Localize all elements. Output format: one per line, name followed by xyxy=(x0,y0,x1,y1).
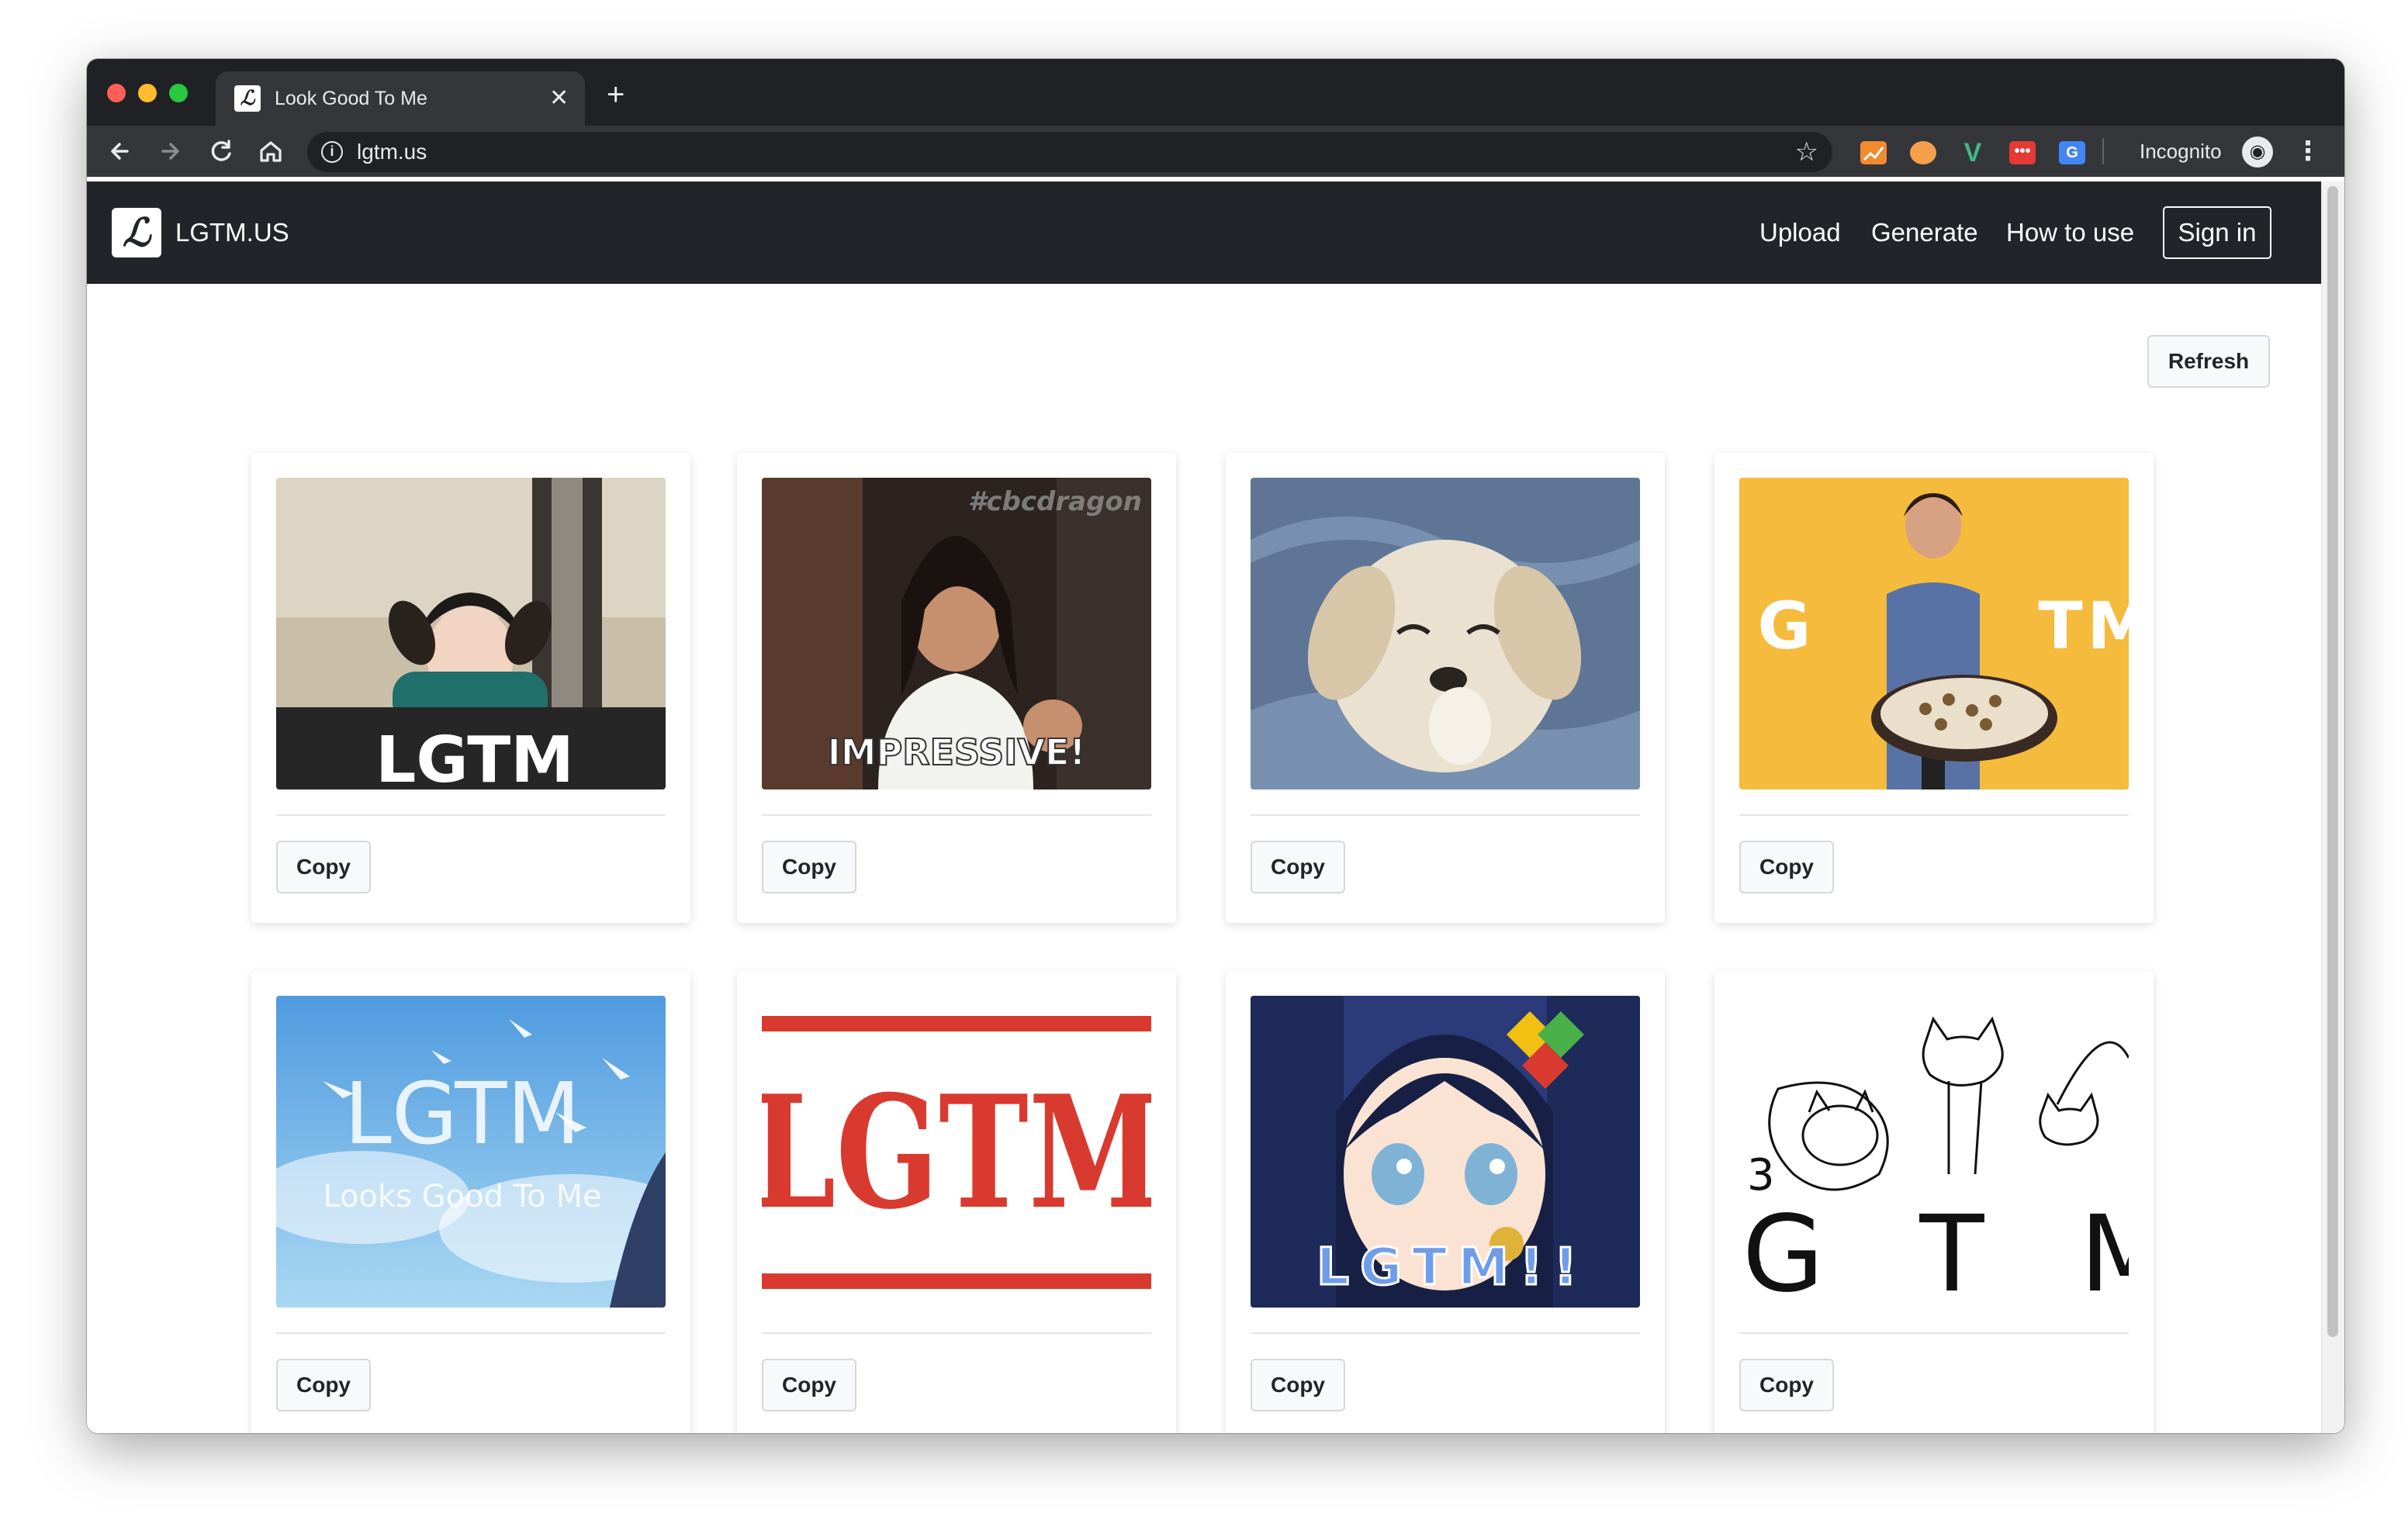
reload-icon[interactable] xyxy=(205,135,237,168)
svg-text:T: T xyxy=(2038,588,2082,664)
image-card: LGTM Looks Good To Me Copy xyxy=(251,971,690,1433)
toolbar-divider xyxy=(2102,138,2104,164)
svg-text:M: M xyxy=(2087,588,2129,664)
nav-link-upload[interactable]: Upload xyxy=(1759,216,1841,250)
sign-in-button[interactable]: Sign in xyxy=(2163,206,2271,259)
kebab-menu-icon[interactable]: ⋮ xyxy=(2295,135,2321,168)
lgtm-image-2[interactable]: #cbcdragon IMPRESSIVE! xyxy=(762,478,1151,789)
image-card: LGTM Copy xyxy=(737,971,1176,1433)
copy-button[interactable]: Copy xyxy=(762,841,856,893)
copy-button[interactable]: Copy xyxy=(276,841,371,893)
browser-toolbar: i lgtm.us ☆ V ••• G Incognito ◉ ⋮ xyxy=(87,126,2344,177)
card-divider xyxy=(276,814,666,816)
lgtm-7-overlay: LGTM!! xyxy=(1316,1237,1588,1297)
image-card: Copy xyxy=(1226,453,1665,923)
lgtm-image-4[interactable]: G T M xyxy=(1739,478,2129,789)
impressive-overlay: IMPRESSIVE! xyxy=(828,731,1086,773)
image-card: G T M Copy xyxy=(1714,453,2154,923)
lgtm-image-3[interactable] xyxy=(1251,478,1640,789)
minimize-window-button[interactable] xyxy=(138,84,157,102)
lgtm-8-overlay: G T M xyxy=(1742,1194,2129,1308)
copy-button[interactable]: Copy xyxy=(1251,841,1345,893)
lgtm-image-7[interactable]: LGTM!! xyxy=(1251,996,1640,1308)
lgtm-5-overlay: LGTM xyxy=(344,1064,581,1163)
card-divider xyxy=(1739,1332,2129,1334)
scrollbar-thumb[interactable] xyxy=(2327,186,2338,1337)
lgtm-image-1[interactable]: LGTM xyxy=(276,478,666,789)
cbcdragon-watermark: #cbcdragon xyxy=(968,486,1142,517)
forward-icon[interactable] xyxy=(154,135,186,168)
lgtm-image-8[interactable]: 3 - G T M xyxy=(1739,996,2129,1308)
address-bar[interactable]: i lgtm.us ☆ xyxy=(307,132,1832,172)
translate-extension-icon[interactable]: G xyxy=(2059,141,2085,164)
refresh-button[interactable]: Refresh xyxy=(2147,335,2270,388)
brand-name[interactable]: LGTM.US xyxy=(175,216,289,250)
lgtm-6-overlay: LGTM xyxy=(762,1062,1151,1244)
card-divider xyxy=(1251,1332,1640,1334)
brand-logo-icon[interactable]: ℒ xyxy=(112,208,161,257)
image-card: LGTM!! Copy xyxy=(1226,971,1665,1433)
copy-button[interactable]: Copy xyxy=(1739,841,1834,893)
copy-button[interactable]: Copy xyxy=(762,1359,856,1411)
copy-button[interactable]: Copy xyxy=(276,1359,371,1411)
close-window-button[interactable] xyxy=(107,84,126,102)
orange-circle-extension-icon[interactable] xyxy=(1910,141,1936,164)
lgtm-image-5[interactable]: LGTM Looks Good To Me xyxy=(276,996,666,1308)
back-icon[interactable] xyxy=(104,135,137,168)
looks-good-to-me-caption: Looks Good To Me xyxy=(323,1179,601,1214)
lgtm-1-overlay: LGTM xyxy=(375,724,574,789)
image-card: #cbcdragon IMPRESSIVE! Copy xyxy=(737,453,1176,923)
card-divider xyxy=(276,1332,666,1334)
window-controls xyxy=(107,84,188,102)
image-card: LGTM Copy xyxy=(251,453,690,923)
incognito-icon[interactable]: ◉ xyxy=(2242,136,2273,168)
nav-link-generate[interactable]: Generate xyxy=(1871,216,1978,250)
tab-close-icon[interactable]: ✕ xyxy=(549,85,569,112)
card-divider xyxy=(1251,814,1640,816)
card-divider xyxy=(762,1332,1151,1334)
incognito-label: Incognito xyxy=(2140,140,2222,163)
page-viewport: ℒ LGTM.US Upload Generate How to use Sig… xyxy=(87,181,2344,1433)
home-icon[interactable] xyxy=(254,135,287,168)
copy-button[interactable]: Copy xyxy=(1251,1359,1345,1411)
svg-text:G: G xyxy=(1758,588,1811,664)
maximize-window-button[interactable] xyxy=(169,84,188,102)
tab-title: Look Good To Me xyxy=(275,88,427,109)
lgtm-favicon-icon: ℒ xyxy=(234,85,261,112)
image-card: 3 - G T M Copy xyxy=(1714,971,2154,1433)
card-divider xyxy=(762,814,1151,816)
browser-window: ℒ Look Good To Me ✕ + i lgtm.us ☆ V ••• xyxy=(87,59,2344,1433)
card-divider xyxy=(1739,814,2129,816)
url-text[interactable]: lgtm.us xyxy=(357,140,427,164)
copy-button[interactable]: Copy xyxy=(1739,1359,1834,1411)
new-tab-icon[interactable]: + xyxy=(607,79,624,110)
vue-devtools-extension-icon[interactable]: V xyxy=(1960,140,1986,166)
site-navbar: ℒ LGTM.US Upload Generate How to use Sig… xyxy=(87,181,2321,284)
nav-link-how-to-use[interactable]: How to use xyxy=(2006,216,2134,250)
tab-bar: ℒ Look Good To Me ✕ + xyxy=(87,59,2344,126)
info-icon[interactable]: i xyxy=(321,141,343,163)
bookmark-star-icon[interactable]: ☆ xyxy=(1795,136,1818,168)
red-dots-extension-icon[interactable]: ••• xyxy=(2009,141,2036,164)
chart-extension-icon[interactable] xyxy=(1860,141,1887,164)
lgtm-image-6[interactable]: LGTM xyxy=(762,996,1151,1308)
page-scrollbar[interactable] xyxy=(2321,181,2344,1433)
tab-active[interactable]: ℒ Look Good To Me ✕ xyxy=(216,71,585,126)
